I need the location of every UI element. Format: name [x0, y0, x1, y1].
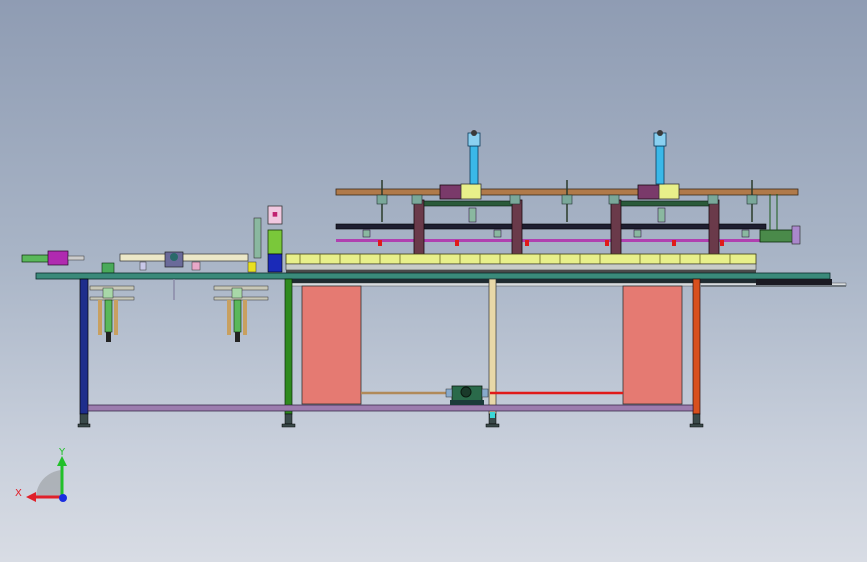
- frame-leg-green: [284, 278, 293, 415]
- frame-top-dark: [286, 279, 830, 283]
- feed-pink-pad: [191, 261, 201, 271]
- under-mechanism-2: [213, 285, 269, 342]
- carriage-plate-left: [460, 183, 482, 200]
- machine-side-view: ■ Y X: [15, 130, 847, 502]
- drive-coupling-left: [445, 388, 453, 398]
- tower-blue-block: [267, 253, 283, 273]
- left-mini-block: [101, 262, 115, 274]
- frame-top-beam: [35, 272, 831, 280]
- feed-shelf: [119, 253, 249, 262]
- drive-motor-base: [450, 400, 484, 405]
- triad-base-shadow: [36, 470, 62, 497]
- carriage-plate-right: [658, 183, 680, 200]
- right-extension-plate: [756, 279, 832, 285]
- x-axis-label: X: [15, 488, 22, 499]
- cylinder-knob-left: [471, 130, 477, 136]
- left-cylinder-head: [47, 250, 69, 266]
- tower-yellow: [247, 261, 257, 273]
- vertical-cylinder-right: [655, 145, 665, 185]
- tower-green-block: [267, 229, 283, 255]
- carriage-block-right: [637, 184, 661, 200]
- tower-cap-mark: ■: [272, 211, 278, 218]
- frame-leg-left: [79, 278, 89, 415]
- crossbar-right: [620, 200, 710, 207]
- left-feed-station: ■: [21, 205, 283, 274]
- left-cylinder-rod: [67, 255, 85, 261]
- guard-panel-left: [301, 285, 362, 405]
- frame-leg-orange: [692, 278, 701, 415]
- y-axis-label: Y: [58, 447, 66, 458]
- vertical-cylinder-left: [469, 145, 479, 185]
- drive-pulley: [460, 386, 472, 398]
- feed-roller: [170, 253, 178, 261]
- foot-cyan: [490, 412, 495, 418]
- axis-triad: Y X: [15, 447, 67, 502]
- leveling-feet: [77, 413, 704, 428]
- conveyor-side-rail: [285, 263, 757, 271]
- x-axis-arrow: [26, 492, 36, 502]
- guard-panel-right: [622, 285, 683, 405]
- overhead-rail-lower: [335, 223, 767, 230]
- under-mechanism-1: [89, 285, 135, 342]
- left-cylinder-body: [21, 254, 51, 263]
- main-conveyor: [285, 253, 757, 273]
- conveyor-belt: [285, 253, 757, 265]
- crossbar-left: [423, 200, 513, 207]
- carriage-block-left: [439, 184, 463, 200]
- cylinder-knob-right: [657, 130, 663, 136]
- drive-coupling-right: [481, 388, 489, 398]
- frame-bottom-rail: [87, 404, 694, 412]
- cad-viewport[interactable]: ■ Y X: [0, 0, 867, 562]
- overhead-gantry: [335, 130, 801, 273]
- right-extension-edge: [700, 285, 846, 287]
- tower-stem: [253, 217, 262, 259]
- main-frame: [35, 272, 847, 428]
- conveyor-base-rail: [286, 270, 756, 273]
- magenta-rod: [336, 239, 760, 242]
- end-gripper-tip: [791, 225, 801, 245]
- feed-pad-2: [139, 261, 147, 271]
- z-axis-dot: [59, 494, 67, 502]
